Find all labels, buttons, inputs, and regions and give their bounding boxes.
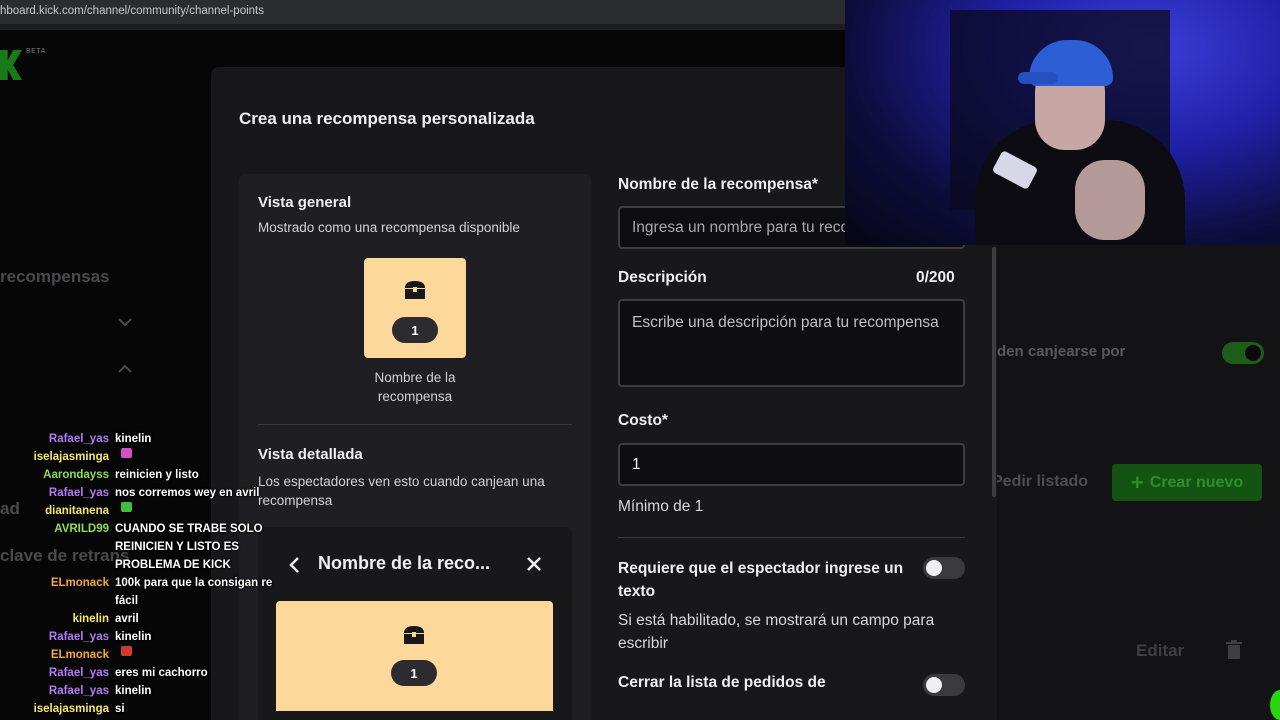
detail-reward-card: 1 xyxy=(276,601,553,711)
chat-username[interactable]: Aarondayss xyxy=(0,466,109,484)
chat-text: avril xyxy=(115,613,139,625)
detailed-view-subtitle: Los espectadores ven esto cuando canjean… xyxy=(258,474,545,508)
browser-url-bar[interactable]: hboard.kick.com/channel/community/channe… xyxy=(0,0,845,24)
description-textarea[interactable] xyxy=(618,299,965,387)
chat-text: nos corremos wey en avril xyxy=(115,487,260,499)
chest-icon xyxy=(404,626,424,644)
reward-name-label: Nombre de la recompensa* xyxy=(618,176,818,193)
redeem-setting-label: den canjearse por xyxy=(997,343,1126,360)
chat-message: ELmonack 100k para que la consigan re fác… xyxy=(0,574,275,610)
chat-message: Aarondayss reinicien y listo xyxy=(0,466,275,484)
chat-message: kinelin avril xyxy=(0,610,275,628)
chat-text: reinicien y listo xyxy=(115,469,199,481)
chat-message: Rafael_yas nos corremos wey en avril xyxy=(0,484,275,502)
chat-message: Rafael_yas kinelin xyxy=(0,628,275,646)
trash-icon[interactable] xyxy=(1226,640,1242,660)
require-text-label: Requiere que el espectador ingrese un te… xyxy=(618,560,904,600)
create-new-label: Crear nuevo xyxy=(1149,473,1244,491)
chat-text: kinelin xyxy=(115,631,152,643)
description-label: Descripción xyxy=(618,269,707,286)
reward-preview-card: 1 xyxy=(364,258,466,358)
emote-icon xyxy=(121,448,132,458)
form-divider xyxy=(618,537,965,538)
webcam-overlay xyxy=(845,0,1280,245)
modal-title: Crea una recompensa personalizada xyxy=(239,109,535,128)
request-list-button[interactable]: Pedir listado xyxy=(992,473,1088,491)
chat-text: eres mi cachorro xyxy=(115,667,208,679)
chat-username[interactable]: iselajasminga xyxy=(0,700,109,718)
chat-message: dianitanena xyxy=(0,502,275,520)
chat-message: ELmonack xyxy=(0,646,275,664)
chat-text: kinelin xyxy=(115,685,152,697)
chat-text: 100k para que la consigan re fácil xyxy=(115,577,273,607)
chat-message: AVRILD99 CUANDO SE TRABE SOLO REINICIEN Y… xyxy=(0,520,275,574)
preview-panel: Vista general Mostrado como una recompen… xyxy=(239,174,591,720)
general-view-subtitle: Mostrado como una recompensa disponible xyxy=(258,220,520,235)
preview-divider xyxy=(258,424,572,425)
reward-preview-name: Nombre de la recompensa xyxy=(374,370,456,404)
chat-username[interactable]: Rafael_yas xyxy=(0,430,109,448)
description-counter: 0/200 xyxy=(916,269,955,286)
back-arrow-icon[interactable] xyxy=(287,556,301,574)
close-icon[interactable] xyxy=(526,556,542,572)
cost-pill: 1 xyxy=(391,660,437,686)
cost-minimum-text: Mínimo de 1 xyxy=(618,498,704,515)
chat-text: si xyxy=(115,703,125,715)
chat-message: iselajasminga xyxy=(0,448,275,466)
chevron-up-icon[interactable] xyxy=(116,360,134,378)
create-new-button[interactable]: + Crear nuevo xyxy=(1112,464,1262,501)
require-text-toggle[interactable] xyxy=(923,557,965,579)
beta-badge: BETA xyxy=(26,48,46,55)
chat-message: iselajasminga si xyxy=(0,700,275,718)
chevron-down-icon[interactable] xyxy=(116,313,134,331)
chat-overlay: Rafael_yas kinelin iselajasminga Aarondayss… xyxy=(0,430,275,718)
chat-username[interactable]: iselajasminga xyxy=(0,448,109,466)
close-requests-label: Cerrar la lista de pedidos de xyxy=(618,674,826,691)
plus-icon: + xyxy=(1130,469,1144,495)
chest-icon xyxy=(405,281,425,299)
emote-icon xyxy=(121,646,132,656)
modal-scrollbar[interactable] xyxy=(992,247,996,497)
chat-username[interactable]: kinelin xyxy=(0,610,109,628)
kick-logo[interactable] xyxy=(0,50,24,80)
cost-pill: 1 xyxy=(392,317,438,343)
close-requests-toggle[interactable] xyxy=(923,674,965,696)
url-text[interactable]: hboard.kick.com/channel/community/channe… xyxy=(0,5,264,17)
redeem-toggle[interactable] xyxy=(1222,342,1264,364)
chat-username[interactable]: Rafael_yas xyxy=(0,664,109,682)
chat-message: Rafael_yas eres mi cachorro xyxy=(0,664,275,682)
chat-message: Rafael_yas kinelin xyxy=(0,430,275,448)
detail-card-title: Nombre de la reco... xyxy=(318,553,491,573)
chat-message: Rafael_yas kinelin xyxy=(0,682,275,700)
chat-username[interactable]: Rafael_yas xyxy=(0,628,109,646)
general-view-title: Vista general xyxy=(258,194,352,211)
chat-text: kinelin xyxy=(115,433,152,445)
chat-username[interactable]: AVRILD99 xyxy=(0,520,109,574)
require-text-help: Si está habilitado, se mostrará un campo… xyxy=(618,612,935,652)
detail-preview-card: Nombre de la reco... 1 xyxy=(258,527,572,720)
chat-text: CUANDO SE TRABE SOLO REINICIEN Y LISTO E… xyxy=(115,523,263,571)
chat-username[interactable]: ELmonack xyxy=(0,646,109,664)
chat-username[interactable]: Rafael_yas xyxy=(0,484,109,502)
emote-icon xyxy=(121,502,132,512)
cost-label: Costo* xyxy=(618,412,668,429)
chat-username[interactable]: dianitanena xyxy=(0,502,109,520)
cost-input[interactable] xyxy=(618,443,965,486)
chat-username[interactable]: Rafael_yas xyxy=(0,682,109,700)
edit-button[interactable]: Editar xyxy=(1136,641,1184,661)
rewards-heading: recompensas xyxy=(0,267,110,286)
chat-username[interactable]: ELmonack xyxy=(0,574,109,610)
